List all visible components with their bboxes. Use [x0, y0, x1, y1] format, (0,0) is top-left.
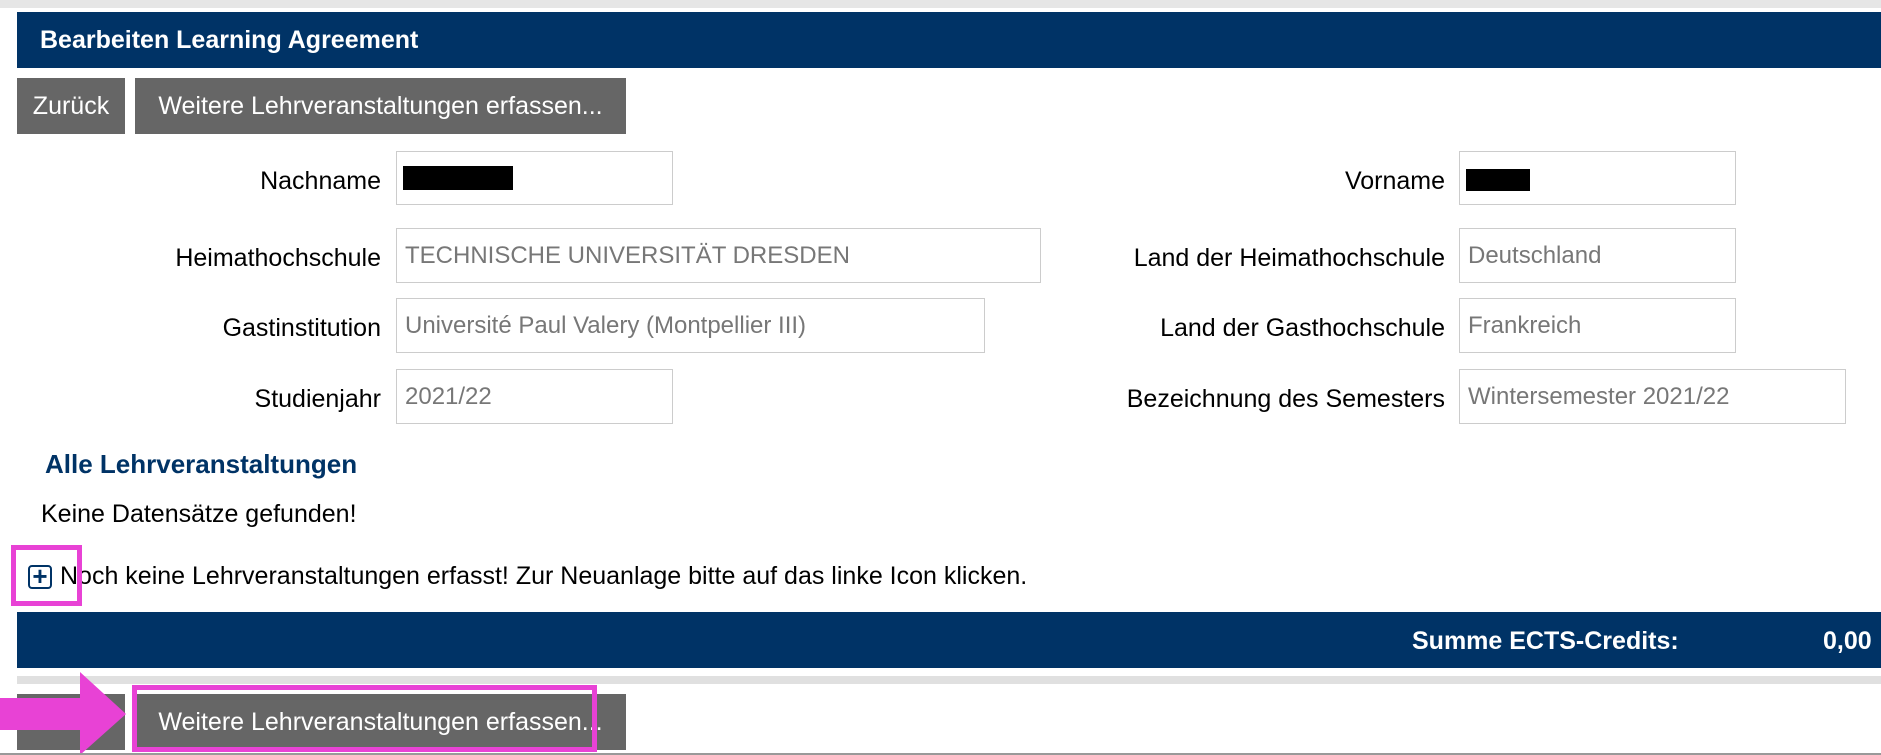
highlight-box-add-icon — [11, 545, 82, 606]
ects-summary-bar: Summe ECTS-Credits: 0,00 — [17, 612, 1881, 668]
ects-sum-label: Summe ECTS-Credits: — [1412, 627, 1679, 655]
studienjahr-field[interactable]: 2021/22 — [396, 369, 673, 424]
ects-sum-value: 0,00 — [1823, 627, 1872, 655]
nachname-label: Nachname — [260, 167, 381, 195]
page-header: Bearbeiten Learning Agreement — [17, 12, 1881, 68]
heimathochschule-label: Heimathochschule — [175, 244, 381, 272]
nachname-field[interactable] — [396, 151, 673, 205]
top-divider — [0, 0, 1881, 8]
land-heimathochschule-field[interactable]: Deutschland — [1459, 228, 1736, 283]
vorname-field[interactable] — [1459, 151, 1736, 205]
studienjahr-label: Studienjahr — [254, 385, 381, 413]
land-gasthochschule-label: Land der Gasthochschule — [1160, 314, 1445, 342]
land-gasthochschule-field[interactable]: Frankreich — [1459, 298, 1736, 353]
redaction-mark — [1466, 169, 1530, 191]
gastinstitution-field[interactable]: Université Paul Valery (Montpellier III) — [396, 298, 985, 353]
arrow-right-icon — [0, 672, 126, 755]
semester-field[interactable]: Wintersemester 2021/22 — [1459, 369, 1846, 424]
add-courses-button-top[interactable]: Weitere Lehrveranstaltungen erfassen... — [135, 78, 626, 134]
courses-section-title: Alle Lehrveranstaltungen — [45, 449, 358, 479]
no-records-text: Keine Datensätze gefunden! — [41, 500, 357, 528]
vorname-label: Vorname — [1344, 167, 1445, 195]
highlight-box-add-button — [132, 685, 597, 752]
land-heimathochschule-label: Land der Heimathochschule — [1133, 244, 1445, 272]
back-button[interactable]: Zurück — [17, 78, 125, 134]
heimathochschule-field[interactable]: TECHNISCHE UNIVERSITÄT DRESDEN — [396, 228, 1041, 283]
no-courses-hint: Noch keine Lehrveranstaltungen erfasst! … — [60, 562, 1028, 590]
redaction-mark — [403, 166, 513, 190]
semester-label: Bezeichnung des Semesters — [1126, 385, 1445, 413]
page-title: Bearbeiten Learning Agreement — [40, 25, 419, 54]
section-divider — [17, 676, 1881, 684]
gastinstitution-label: Gastinstitution — [222, 314, 381, 342]
